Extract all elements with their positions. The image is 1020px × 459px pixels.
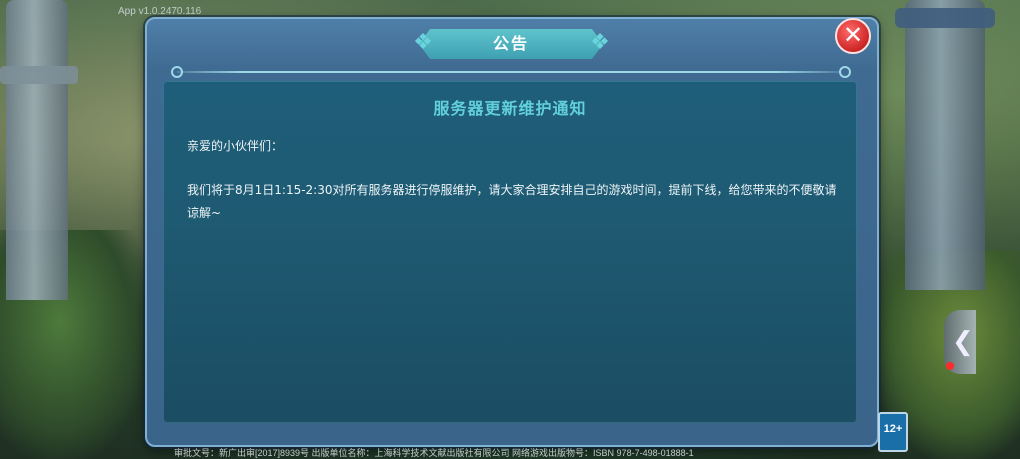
- divider-cap-right: [839, 66, 851, 78]
- notice-body: 我们将于8月1日1:15-2:30对所有服务器进行停服维护，请大家合理安排自己的…: [187, 183, 837, 220]
- close-icon: ✕: [842, 21, 864, 49]
- background-pillar-right: [905, 0, 985, 290]
- background-pillar-left: [6, 0, 68, 300]
- notice-content-panel[interactable]: 服务器更新维护通知 亲爱的小伙伴们： 我们将于8月1日1:15-2:30对所有服…: [163, 81, 857, 423]
- dialog-title: 公告: [492, 34, 529, 53]
- divider-cap-left: [171, 66, 183, 78]
- publishing-info-footer: 审批文号：新广出审[2017]8939号 出版单位名称：上海科学技术文献出版社有…: [174, 448, 694, 458]
- notification-dot: [946, 362, 954, 370]
- background-pillar-right-ring: [895, 8, 995, 28]
- ornament-swirl-right-icon: ❖: [590, 30, 610, 55]
- notice-title: 服务器更新维护通知: [433, 99, 587, 118]
- notice-greeting: 亲爱的小伙伴们：: [187, 139, 284, 153]
- chevron-left-icon[interactable]: ❮: [952, 322, 974, 362]
- announcement-dialog: ❖ 公告 ❖ 服务器更新维护通知 亲爱的小伙伴们： 我们将于8月1日1:15-2…: [145, 17, 879, 447]
- background-pillar-left-cap: [0, 66, 78, 84]
- close-button[interactable]: ✕: [835, 18, 871, 54]
- app-version-label: App v1.0.2470.116: [118, 6, 202, 17]
- age-rating-badge: 12+: [878, 412, 908, 452]
- title-divider: [177, 71, 841, 73]
